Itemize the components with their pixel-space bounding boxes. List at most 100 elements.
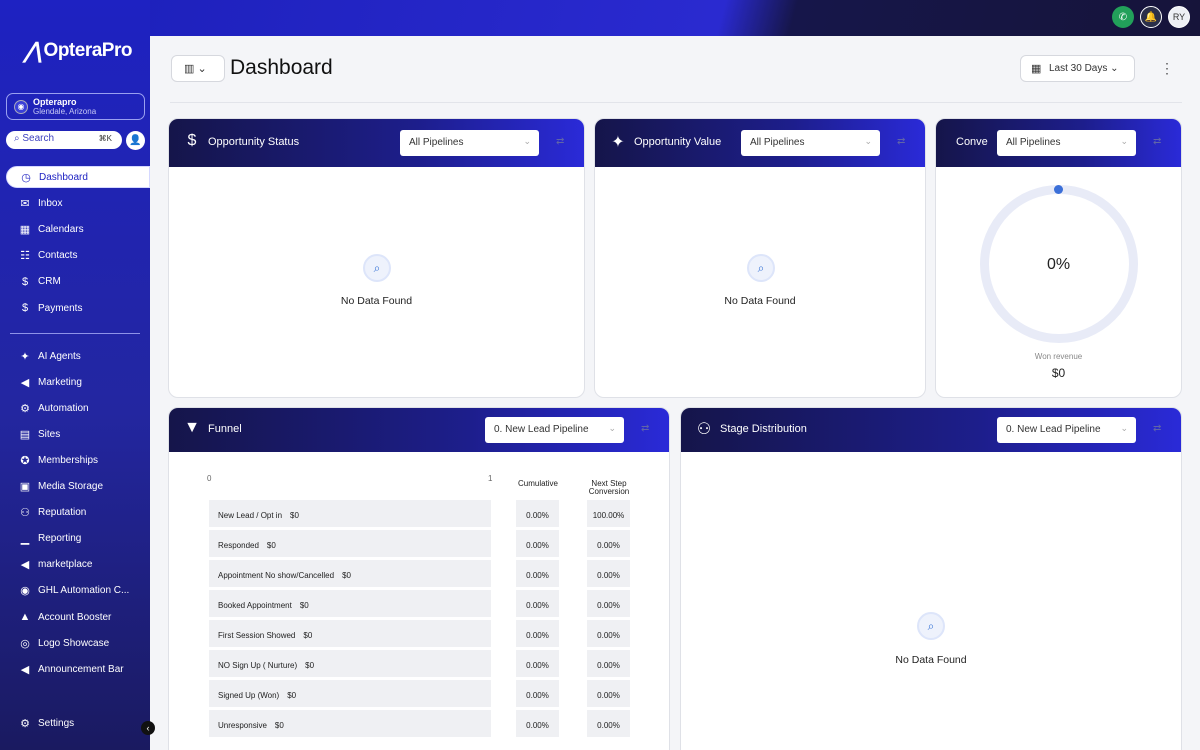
sidebar-item-account-booster[interactable]: ▲ Account Booster xyxy=(6,606,150,628)
funnel-stage-row: NO Sign Up ( Nurture) $0 xyxy=(209,650,491,677)
search-icon: ⌕ xyxy=(363,254,391,282)
more-options-icon[interactable]: ⋮ xyxy=(1160,60,1174,77)
sidebar-item-payments[interactable]: $ Payments xyxy=(6,297,150,319)
sidebar-item-calendars[interactable]: ▦ Calendars xyxy=(6,218,150,240)
sidebar-item-memberships[interactable]: ✪ Memberships xyxy=(6,449,150,471)
card-header: $ Opportunity Status All Pipelines ⌄ ⇄ xyxy=(169,119,584,167)
stage-value: $0 xyxy=(290,511,299,520)
sidebar-item-label: Reputation xyxy=(38,507,87,519)
user-icon[interactable]: 👤 xyxy=(126,131,145,150)
gear-icon: ⚙ xyxy=(20,717,30,730)
eye-icon: ◎ xyxy=(20,637,30,650)
funnel-card: ▼ Funnel 0. New Lead Pipeline ⌄ ⇄ 0 1 Cum… xyxy=(168,407,670,750)
sidebar-item-settings[interactable]: ⚙ Settings xyxy=(6,712,150,734)
search-button[interactable]: ⌕ Search ⌘K xyxy=(6,131,122,149)
collapse-sidebar-button[interactable]: ‹ xyxy=(141,721,155,735)
next-step-cell: 0.00% xyxy=(587,530,630,557)
avatar[interactable]: RY xyxy=(1168,6,1190,28)
sidebar-item-crm[interactable]: $ CRM xyxy=(6,271,150,293)
sidebar-divider xyxy=(10,333,140,334)
filter-toggle-icon[interactable]: ⇄ xyxy=(1153,136,1161,147)
date-range-button[interactable]: ▦ Last 30 Days ⌄ xyxy=(1020,55,1135,82)
pipeline-select-value: All Pipelines xyxy=(750,137,805,148)
filter-toggle-icon[interactable]: ⇄ xyxy=(641,423,649,434)
sidebar-item-dashboard[interactable]: ◷ Dashboard xyxy=(6,166,150,188)
axis-max-label: 1 xyxy=(488,474,493,483)
chevron-down-icon: ⌄ xyxy=(608,423,616,433)
sidebar-item-sites[interactable]: ▤ Sites xyxy=(6,423,150,445)
pipeline-select[interactable]: 0. New Lead Pipeline ⌄ xyxy=(997,417,1136,443)
sidebar-item-announcement-bar[interactable]: ◀ Announcement Bar xyxy=(6,658,150,680)
sidebar-item-ghl-automation-c[interactable]: ◉ GHL Automation C... xyxy=(6,580,150,602)
stage-value: $0 xyxy=(266,541,276,550)
calendar-icon: ▦ xyxy=(19,223,31,236)
account-switcher[interactable]: ◉ Opterapro Glendale, Arizona xyxy=(6,93,145,120)
sidebar-item-label: CRM xyxy=(38,276,61,288)
top-bar: ✆ 🔔 RY xyxy=(0,0,1200,36)
sidebar-item-label: marketplace xyxy=(38,559,93,571)
sidebar-item-media-storage[interactable]: ▣ Media Storage xyxy=(6,476,150,498)
sidebar-item-inbox[interactable]: ✉ Inbox xyxy=(6,192,150,214)
sidebar-item-logo-showcase[interactable]: ◎ Logo Showcase xyxy=(6,632,150,654)
stage-name: Unresponsive xyxy=(218,721,267,730)
bell-icon[interactable]: 🔔 xyxy=(1140,6,1162,28)
layout-switcher-button[interactable]: ▥ ⌄ xyxy=(171,55,225,82)
sidebar-item-label: Marketing xyxy=(38,376,82,388)
sidebar-item-reputation[interactable]: ⚇ Reputation xyxy=(6,502,150,524)
card-title: Opportunity Status xyxy=(208,136,300,148)
card-header: ▼ Funnel 0. New Lead Pipeline ⌄ ⇄ xyxy=(169,408,669,452)
sidebar-item-marketing[interactable]: ◀ Marketing xyxy=(6,371,150,393)
cumulative-cell: 0.00% xyxy=(516,680,559,707)
chevron-down-icon: ⌄ xyxy=(197,63,207,75)
empty-state-text: No Data Found xyxy=(895,654,967,666)
sparkle-icon: ✦ xyxy=(20,350,30,363)
next-step-column-header: Next Step Conversion xyxy=(588,479,630,496)
filter-toggle-icon[interactable]: ⇄ xyxy=(556,136,564,147)
pipeline-select[interactable]: All Pipelines ⌄ xyxy=(741,130,880,156)
chart-icon: ▁ xyxy=(20,533,30,546)
pipeline-select-value: 0. New Lead Pipeline xyxy=(1006,424,1101,435)
card-title: Stage Distribution xyxy=(720,423,807,435)
sidebar-item-reporting[interactable]: ▁ Reporting xyxy=(6,528,150,550)
stage-value: $0 xyxy=(303,631,313,640)
next-step-cell: 100.00% xyxy=(587,500,630,527)
cumulative-cell: 0.00% xyxy=(516,560,559,587)
sidebar-item-contacts[interactable]: ☷ Contacts xyxy=(6,245,150,267)
filter-toggle-icon[interactable]: ⇄ xyxy=(1153,423,1161,434)
car-icon: ◉ xyxy=(20,585,30,598)
sidebar-item-label: Automation xyxy=(38,402,89,414)
next-step-cell: 0.00% xyxy=(587,680,630,707)
funnel-stage-row: Appointment No show/Cancelled $0 xyxy=(209,560,491,587)
sidebar-item-label: Account Booster xyxy=(38,611,112,623)
sidebar-item-marketplace[interactable]: ◀ marketplace xyxy=(6,554,150,576)
stage-value: $0 xyxy=(342,571,351,580)
opportunity-value-card: ✦ Opportunity Value All Pipelines ⌄ ⇄ ⌕ N… xyxy=(594,118,926,398)
filter-toggle-icon[interactable]: ⇄ xyxy=(897,136,905,147)
users-icon: ⚇ xyxy=(20,507,30,520)
card-title: Funnel xyxy=(208,423,242,435)
pipeline-select[interactable]: All Pipelines ⌄ xyxy=(997,130,1136,156)
funnel-stage-row: Booked Appointment $0 xyxy=(209,590,491,617)
pipeline-select[interactable]: 0. New Lead Pipeline ⌄ xyxy=(485,417,624,443)
phone-icon[interactable]: ✆ xyxy=(1112,6,1134,28)
sidebar-item-label: AI Agents xyxy=(38,350,81,362)
conversion-percent: 0% xyxy=(1046,256,1071,273)
stage-name: Responded xyxy=(218,541,259,550)
chevron-down-icon: ⌄ xyxy=(1120,423,1128,433)
sites-icon: ▤ xyxy=(19,428,31,441)
crm-icon: $ xyxy=(21,275,29,288)
pipeline-select[interactable]: All Pipelines ⌄ xyxy=(400,130,539,156)
cumulative-cell: 0.00% xyxy=(516,620,559,647)
sidebar-item-label: Contacts xyxy=(38,250,78,262)
sidebar-item-label: Inbox xyxy=(38,197,63,209)
pipeline-select-value: All Pipelines xyxy=(1006,137,1061,148)
sidebar-item-label: Reporting xyxy=(38,533,82,545)
conversion-card: Conve All Pipelines ⌄ ⇄ 0% Won revenue $0 xyxy=(935,118,1182,398)
sidebar-item-ai-agents[interactable]: ✦ AI Agents xyxy=(6,345,150,367)
won-revenue-value: $0 xyxy=(1051,366,1066,380)
cumulative-cell: 0.00% xyxy=(516,710,559,737)
sidebar-item-automation[interactable]: ⚙ Automation xyxy=(6,397,150,419)
search-icon: ⌕ xyxy=(917,612,945,640)
sparkle-hand-icon: ✦ xyxy=(611,134,625,151)
brand-logo[interactable]: ⋀ OpteraPro xyxy=(24,38,132,64)
